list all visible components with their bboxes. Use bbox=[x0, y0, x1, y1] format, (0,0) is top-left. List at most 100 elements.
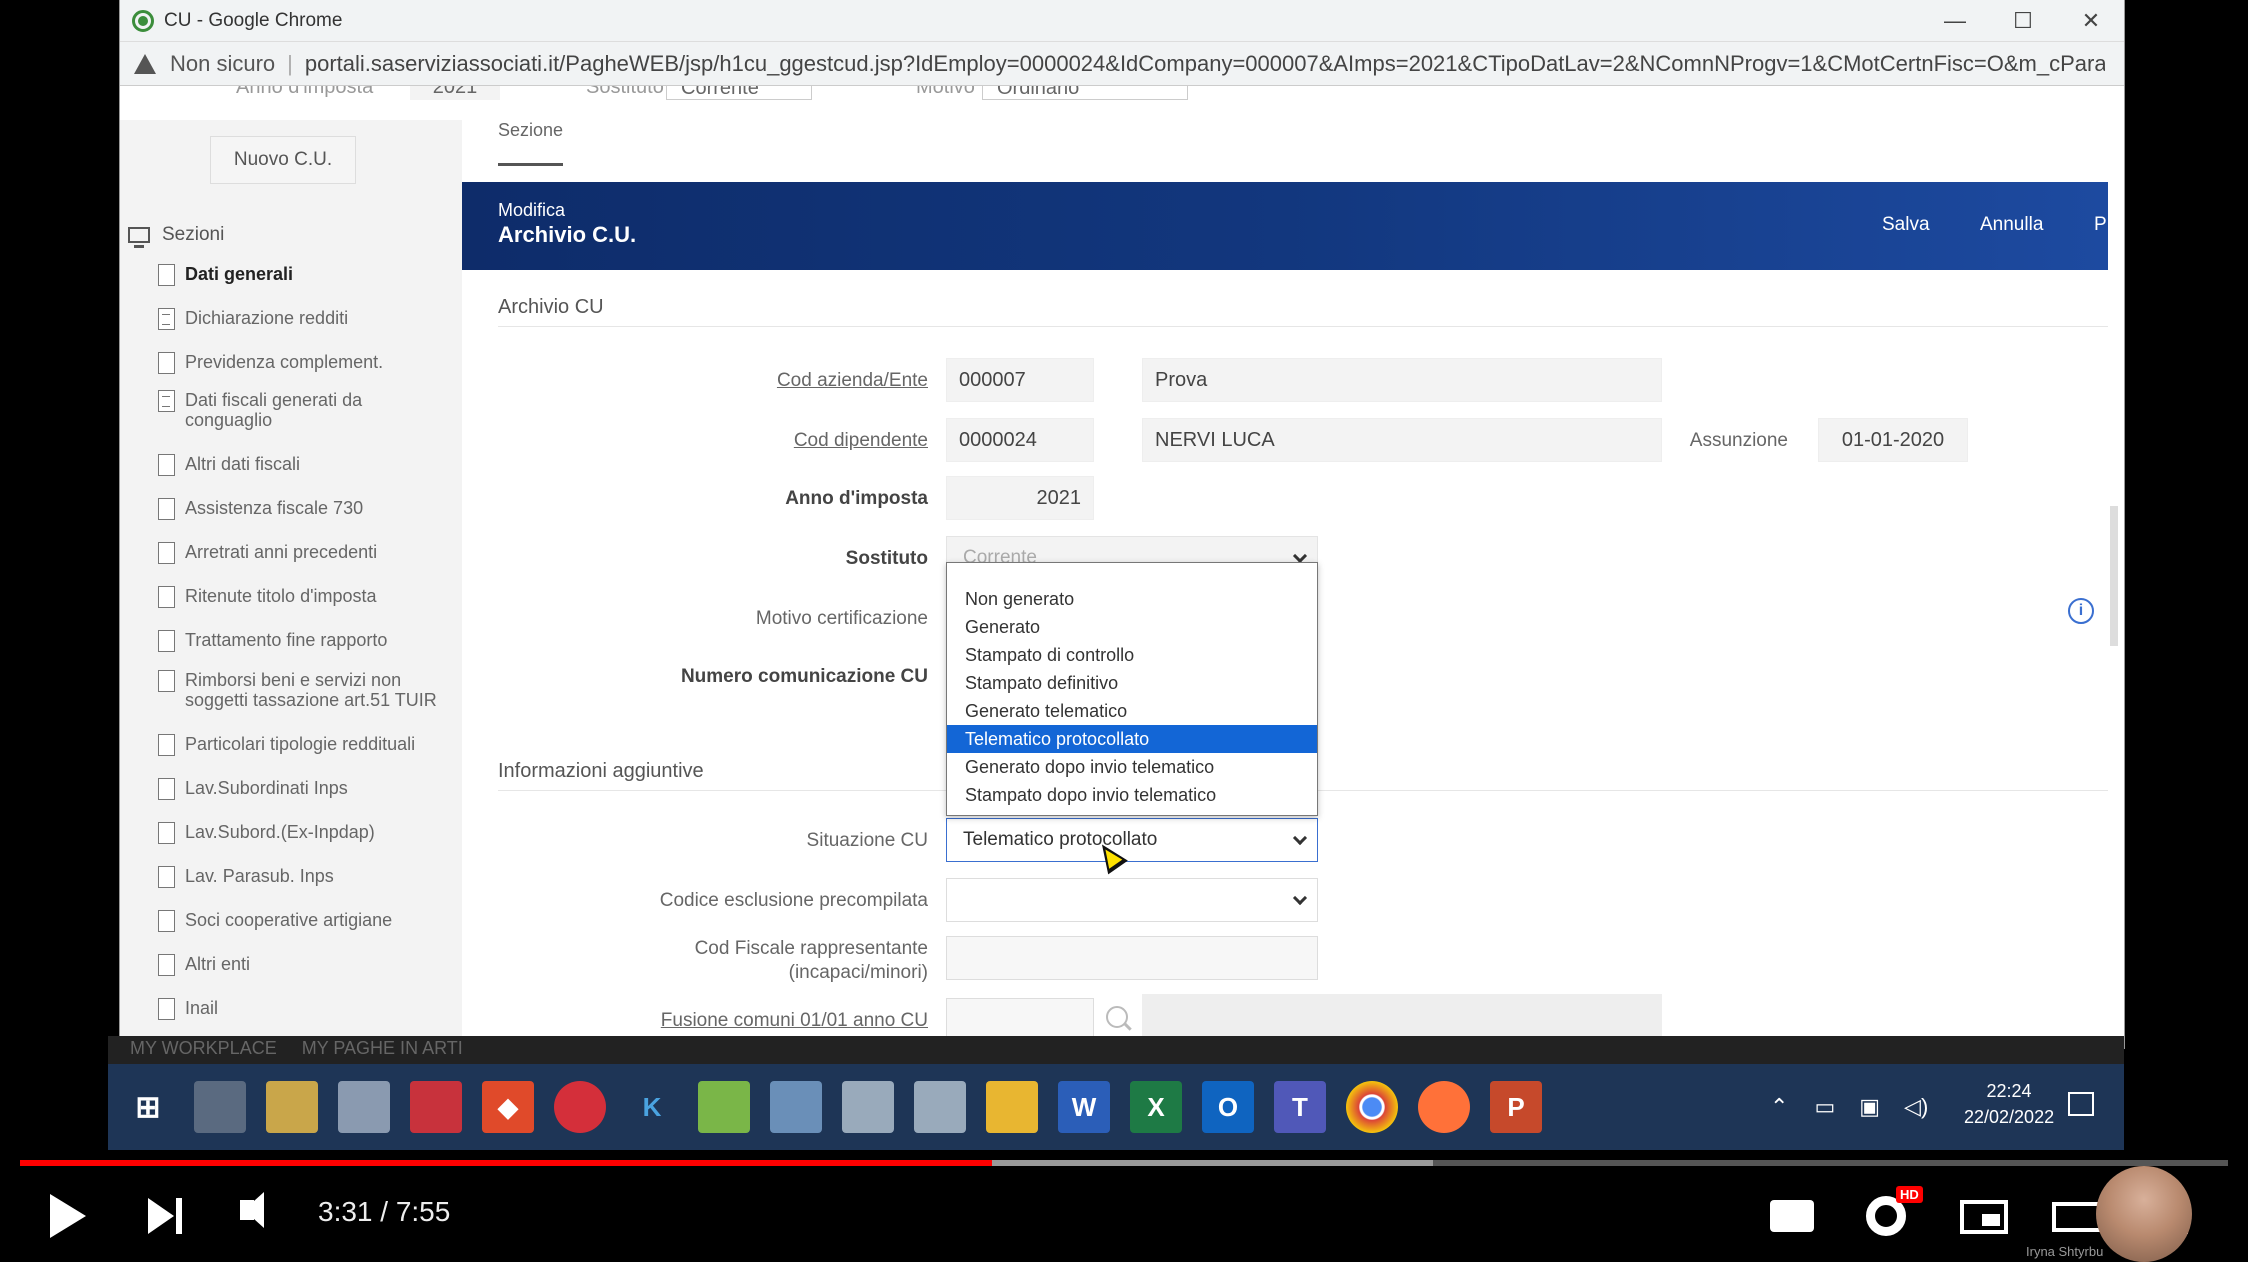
app-icon[interactable] bbox=[338, 1081, 390, 1133]
sidebar-item-rimborsi[interactable]: Rimborsi beni e servizi non soggetti tas… bbox=[158, 670, 448, 710]
situazione-cu-value: Telematico protocollato bbox=[963, 829, 1158, 850]
document-icon bbox=[158, 866, 175, 888]
dropdown-option[interactable]: Stampato dopo invio telematico bbox=[947, 781, 1317, 809]
sidebar-item-arretrati[interactable]: Arretrati anni precedenti bbox=[158, 542, 448, 564]
app-icon[interactable] bbox=[554, 1081, 606, 1133]
sections-heading-label: Sezioni bbox=[162, 224, 225, 245]
play-icon[interactable] bbox=[50, 1194, 86, 1238]
sidebar-item-altri-dati-fiscali[interactable]: Altri dati fiscali bbox=[158, 454, 448, 476]
cut-sostituto-select[interactable]: Corrente bbox=[666, 86, 812, 100]
volume-icon[interactable]: ◁) bbox=[1904, 1094, 1928, 1120]
sidebar-item-lav-subordinati-inps[interactable]: Lav.Subordinati Inps bbox=[158, 778, 448, 800]
app-icon[interactable] bbox=[194, 1081, 246, 1133]
app-icon[interactable]: K bbox=[626, 1081, 678, 1133]
sostituto-label: Sostituto bbox=[845, 548, 928, 569]
dropdown-option[interactable]: Stampato di controllo bbox=[947, 641, 1317, 669]
sidebar-item-label: Ritenute titolo d'imposta bbox=[185, 586, 377, 606]
close-icon[interactable]: ✕ bbox=[2056, 0, 2124, 42]
dropdown-option[interactable]: Generato dopo invio telematico bbox=[947, 753, 1317, 781]
app-icon[interactable] bbox=[842, 1081, 894, 1133]
sidebar-item-dichiarazione-redditi[interactable]: Dichiarazione redditi bbox=[158, 308, 448, 330]
save-button[interactable]: Salva bbox=[1882, 214, 1930, 236]
cod-azienda-field[interactable]: 000007 bbox=[946, 358, 1094, 402]
sidebar-item-dati-generali[interactable]: Dati generali bbox=[158, 264, 448, 286]
cancel-button[interactable]: Annulla bbox=[1980, 214, 2043, 236]
codice-esclusione-select[interactable] bbox=[946, 878, 1318, 922]
sidebar-item-inail[interactable]: Inail bbox=[158, 998, 448, 1020]
new-cu-button[interactable]: Nuovo C.U. bbox=[210, 136, 356, 184]
app-icon[interactable] bbox=[410, 1081, 462, 1133]
sidebar-item-tfr[interactable]: Trattamento fine rapporto bbox=[158, 630, 448, 652]
more-button[interactable]: P bbox=[2094, 214, 2107, 236]
cod-dipendente-label[interactable]: Cod dipendente bbox=[462, 430, 928, 452]
cod-azienda-label[interactable]: Cod azienda/Ente bbox=[462, 370, 928, 392]
minimize-icon[interactable]: — bbox=[1920, 0, 1990, 42]
workspace-tabs-text[interactable]: MY WORKPLACE MY PAGHE IN ARTI bbox=[130, 1038, 463, 1059]
played-bar bbox=[20, 1160, 992, 1166]
next-icon[interactable] bbox=[148, 1198, 174, 1234]
page-content: Anno d'imposta 2021 Sostituto Corrente M… bbox=[120, 86, 2124, 1048]
sidebar-item-ritenute[interactable]: Ritenute titolo d'imposta bbox=[158, 586, 448, 608]
sidebar-item-assistenza-730[interactable]: Assistenza fiscale 730 bbox=[158, 498, 448, 520]
sidebar-item-label: Inail bbox=[185, 998, 219, 1018]
app-icon[interactable] bbox=[770, 1081, 822, 1133]
chevron-up-icon[interactable]: ⌃ bbox=[1770, 1094, 1788, 1120]
app-icon[interactable] bbox=[698, 1081, 750, 1133]
video-progress-bar[interactable] bbox=[20, 1160, 2228, 1166]
situazione-cu-select[interactable]: Telematico protocollato bbox=[946, 818, 1318, 862]
notifications-icon[interactable] bbox=[2068, 1092, 2094, 1116]
sidebar-item-label: Dati fiscali generati da conguaglio bbox=[185, 390, 363, 430]
sidebar-item-label: Previdenza complement. bbox=[185, 352, 384, 372]
app-icon[interactable] bbox=[266, 1081, 318, 1133]
word-icon[interactable]: W bbox=[1058, 1081, 1110, 1133]
taskbar-clock[interactable]: 22:24 22/02/2022 bbox=[1964, 1078, 2054, 1130]
document-icon bbox=[158, 734, 175, 756]
cut-sostituto-label: Sostituto bbox=[586, 86, 664, 98]
maximize-icon[interactable]: ☐ bbox=[1988, 0, 2058, 42]
search-icon[interactable] bbox=[1106, 1006, 1128, 1028]
miniplayer-icon[interactable] bbox=[1960, 1200, 2008, 1234]
banner-mode: Modifica bbox=[498, 200, 566, 220]
dropdown-option[interactable]: Stampato definitivo bbox=[947, 669, 1317, 697]
powerpoint-icon[interactable]: P bbox=[1490, 1081, 1542, 1133]
app-icon[interactable] bbox=[914, 1081, 966, 1133]
cut-anno-value: 2021 bbox=[410, 86, 500, 100]
sidebar-item-label: Assistenza fiscale 730 bbox=[185, 498, 364, 518]
cod-dipendente-field[interactable]: 0000024 bbox=[946, 418, 1094, 462]
sidebar-item-lav-parasub-inps[interactable]: Lav. Parasub. Inps bbox=[158, 866, 448, 888]
device-icon[interactable]: ▭ bbox=[1814, 1094, 1835, 1120]
clock-date: 22/02/2022 bbox=[1964, 1107, 2055, 1127]
dropdown-option[interactable]: Generato telematico bbox=[947, 697, 1317, 725]
outlook-icon[interactable]: O bbox=[1202, 1081, 1254, 1133]
dropdown-option[interactable]: Non generato bbox=[947, 585, 1317, 613]
firefox-icon[interactable] bbox=[1418, 1081, 1470, 1133]
tab-sezione[interactable]: Sezione bbox=[498, 120, 564, 166]
cut-motivo-select[interactable]: Ordinario bbox=[982, 86, 1188, 100]
url-text[interactable]: portali.saserviziassociati.it/PagheWEB/j… bbox=[305, 51, 2105, 77]
file-explorer-icon[interactable] bbox=[986, 1081, 1038, 1133]
vertical-scrollbar[interactable] bbox=[2110, 506, 2118, 646]
sidebar-item-lav-subord-inpdap[interactable]: Lav.Subord.(Ex-Inpdap) bbox=[158, 822, 448, 844]
situazione-cu-dropdown[interactable]: Non generato Generato Stampato di contro… bbox=[946, 562, 1318, 816]
address-divider: | bbox=[287, 50, 293, 76]
dropdown-option-selected[interactable]: Telematico protocollato bbox=[947, 725, 1317, 753]
sidebar-item-altri-enti[interactable]: Altri enti bbox=[158, 954, 448, 976]
fusione-comuni-label[interactable]: Fusione comuni 01/01 anno CU bbox=[462, 1010, 928, 1032]
chrome-icon[interactable] bbox=[1346, 1081, 1398, 1133]
address-bar[interactable]: Non sicuro | portali.saserviziassociati.… bbox=[120, 42, 2124, 86]
dropdown-option[interactable]: Generato bbox=[947, 613, 1317, 641]
anydesk-icon[interactable]: ◆ bbox=[482, 1081, 534, 1133]
teams-icon[interactable]: T bbox=[1274, 1081, 1326, 1133]
subtitles-icon[interactable] bbox=[1770, 1200, 1814, 1232]
sidebar-item-particolari-tipologie[interactable]: Particolari tipologie reddituali bbox=[158, 734, 448, 756]
sidebar-item-dati-fiscali-conguaglio[interactable]: Dati fiscali generati da conguaglio bbox=[158, 390, 448, 430]
windows-start-icon[interactable]: ⊞ bbox=[122, 1081, 174, 1133]
windows-taskbar: ⊞ ◆ K W X O T P ⌃ ▭ ▣ ◁) 22:24 22/02/202… bbox=[108, 1064, 2124, 1150]
sidebar-item-previdenza[interactable]: Previdenza complement. bbox=[158, 352, 448, 374]
sidebar-item-soci-cooperative[interactable]: Soci cooperative artigiane bbox=[158, 910, 448, 932]
cod-fiscale-field[interactable] bbox=[946, 936, 1318, 980]
network-icon[interactable]: ▣ bbox=[1859, 1094, 1880, 1120]
info-icon[interactable]: i bbox=[2068, 598, 2094, 624]
divider bbox=[498, 326, 2108, 327]
excel-icon[interactable]: X bbox=[1130, 1081, 1182, 1133]
